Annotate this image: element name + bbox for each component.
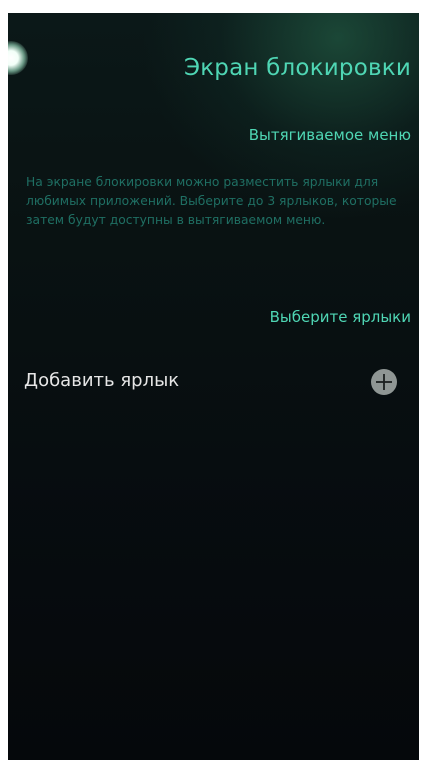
plus-icon	[376, 374, 392, 390]
pulley-menu-indicator	[8, 41, 28, 75]
add-shortcut-label: Добавить ярлык	[24, 370, 180, 391]
add-shortcut-button[interactable]	[371, 369, 397, 395]
page-title: Экран блокировки	[183, 55, 411, 81]
section-header-select-shortcuts: Выберите ярлыки	[269, 308, 411, 326]
lock-screen-settings-page: Экран блокировки Вытягиваемое меню На эк…	[8, 13, 419, 760]
add-shortcut-row[interactable]: Добавить ярлык	[8, 357, 419, 409]
section-description: На экране блокировки можно разместить яр…	[26, 175, 397, 227]
section-header-pulley-menu: Вытягиваемое меню	[248, 126, 411, 144]
